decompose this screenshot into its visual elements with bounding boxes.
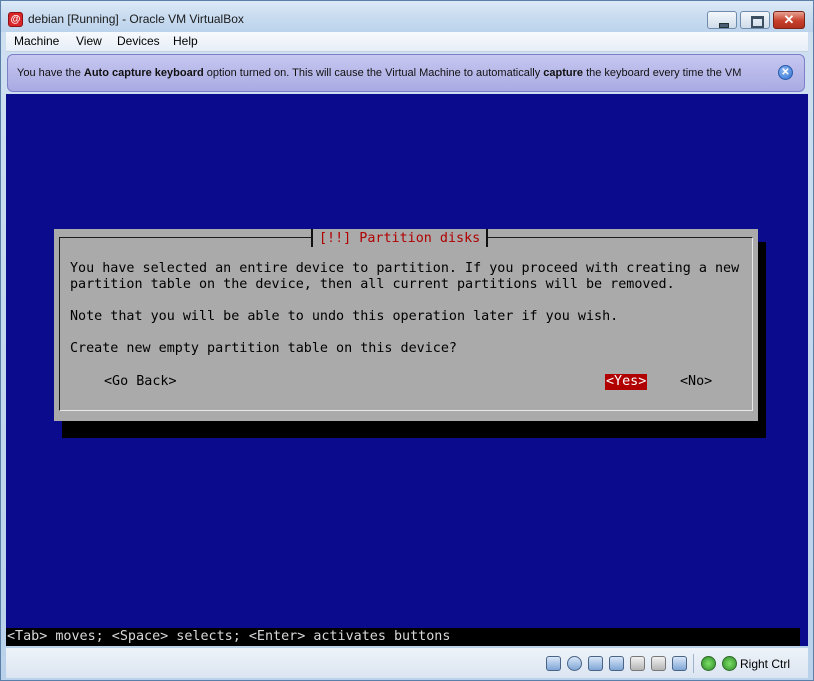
no-button[interactable]: <No> xyxy=(679,374,713,390)
yes-button[interactable]: <Yes> xyxy=(605,374,648,390)
minimize-icon xyxy=(708,12,736,28)
keyboard-capture-icon[interactable] xyxy=(722,656,737,671)
vm-screen[interactable]: [!!] Partition disks You have selected a… xyxy=(6,94,808,646)
dialog-note-line: Note that you will be able to undo this … xyxy=(70,309,619,324)
notification-close-button[interactable]: ✕ xyxy=(778,65,793,80)
host-key-label[interactable]: Right Ctrl xyxy=(740,657,790,671)
menu-help[interactable]: Help xyxy=(173,34,198,48)
audio-icon[interactable] xyxy=(588,656,603,671)
dialog-title-box: [!!] Partition disks xyxy=(311,229,489,247)
hard-disk-icon[interactable] xyxy=(546,656,561,671)
minimize-button[interactable] xyxy=(707,11,737,29)
title-bar[interactable]: @ debian [Running] - Oracle VM VirtualBo… xyxy=(1,1,813,32)
notification-text: You have the Auto capture keyboard optio… xyxy=(17,67,741,79)
maximize-icon xyxy=(741,12,769,28)
notification-text-part: You have the xyxy=(17,67,84,79)
menu-devices[interactable]: Devices xyxy=(117,34,160,48)
dialog-message-line: partition table on the device, then all … xyxy=(70,277,675,292)
notification-bold-auto-capture: Auto capture keyboard xyxy=(83,67,204,79)
video-capture-icon[interactable] xyxy=(672,656,687,671)
menu-machine[interactable]: Machine xyxy=(14,34,59,48)
menu-bar: Machine View Devices Help xyxy=(6,32,808,52)
auto-capture-notification: You have the Auto capture keyboard optio… xyxy=(7,54,805,92)
dialog-title: [!!] Partition disks xyxy=(319,231,481,246)
close-icon: ✕ xyxy=(781,67,790,78)
virtualbox-app-icon[interactable]: @ xyxy=(8,12,23,27)
go-back-button[interactable]: <Go Back> xyxy=(103,374,178,390)
optical-drive-icon[interactable] xyxy=(567,656,582,671)
close-button[interactable]: ✕ xyxy=(773,11,805,29)
notification-text-part: the keyboard every time the VM xyxy=(583,67,742,79)
mouse-integration-icon[interactable] xyxy=(701,656,716,671)
menu-view[interactable]: View xyxy=(76,34,102,48)
usb-icon[interactable] xyxy=(630,656,645,671)
shared-folders-icon[interactable] xyxy=(651,656,666,671)
notification-bold-capture: capture xyxy=(543,67,584,79)
dialog-question-line: Create new empty partition table on this… xyxy=(70,341,457,356)
window-title: debian [Running] - Oracle VM VirtualBox xyxy=(28,12,244,26)
virtualbox-window: @ debian [Running] - Oracle VM VirtualBo… xyxy=(0,0,814,681)
network-icon[interactable] xyxy=(609,656,624,671)
status-separator xyxy=(693,654,694,673)
notification-text-part: option turned on. This will cause the Vi… xyxy=(203,67,544,79)
close-icon: ✕ xyxy=(783,12,795,27)
installer-help-line: <Tab> moves; <Space> selects; <Enter> ac… xyxy=(6,628,800,646)
partition-disks-dialog: [!!] Partition disks You have selected a… xyxy=(54,229,758,421)
status-bar: Right Ctrl xyxy=(6,648,808,678)
dialog-message-line: You have selected an entire device to pa… xyxy=(70,261,740,276)
maximize-button[interactable] xyxy=(740,11,770,29)
